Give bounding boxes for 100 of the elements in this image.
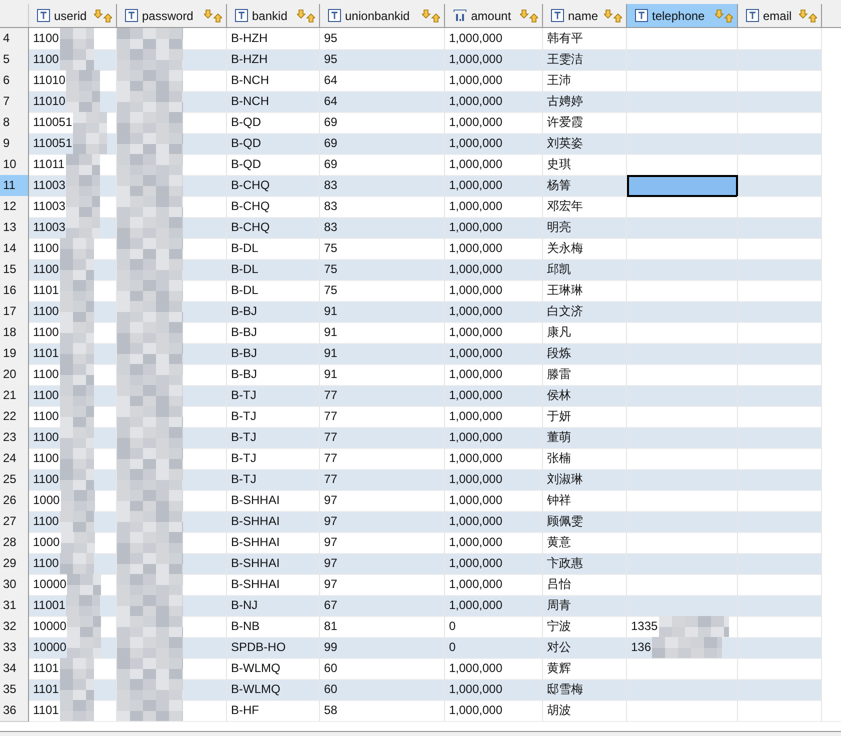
table-row[interactable]: 9 110051 B-QD 69 1,000,000 刘英姿 (0, 133, 841, 154)
table-row[interactable]: 36 1101 B-HF 58 1,000,000 胡波 (0, 700, 841, 721)
sort-arrows-icon[interactable] (799, 8, 817, 22)
row-number[interactable]: 4 (0, 28, 29, 50)
redaction-mosaic (117, 112, 183, 133)
row-number[interactable]: 23 (0, 427, 29, 449)
redaction-mosaic (117, 217, 183, 238)
table-row[interactable]: 21 1100 B-TJ 77 1,000,000 侯林 (0, 385, 841, 406)
sort-arrows-icon[interactable] (94, 8, 112, 22)
table-row[interactable]: 13 11003 B-CHQ 83 1,000,000 明亮 (0, 217, 841, 238)
table-row[interactable]: 25 1100 B-TJ 77 1,000,000 刘淑琳 (0, 469, 841, 490)
table-cell: 1,000,000 (449, 430, 502, 444)
table-row[interactable]: 26 1000 B-SHHAI 97 1,000,000 钟祥 (0, 490, 841, 511)
table-row[interactable]: 7 11010 B-NCH 64 1,000,000 古娉婷 (0, 91, 841, 112)
row-number[interactable]: 36 (0, 700, 29, 722)
row-number[interactable]: 28 (0, 532, 29, 554)
table-cell: 97 (324, 577, 338, 591)
table-row[interactable]: 12 11003 B-CHQ 83 1,000,000 邓宏年 (0, 196, 841, 217)
table-cell-text: 11003 (33, 177, 66, 194)
text-type-icon (328, 9, 341, 22)
sort-arrows-icon[interactable] (520, 8, 538, 22)
table-row[interactable]: 8 110051 B-QD 69 1,000,000 许爱霞 (0, 112, 841, 133)
table-row[interactable]: 27 1100 B-SHHAI 97 1,000,000 顾佩雯 (0, 511, 841, 532)
table-row[interactable]: 14 1100 B-DL 75 1,000,000 关永梅 (0, 238, 841, 259)
table-row[interactable]: 10 11011 B-QD 69 1,000,000 史琪 (0, 154, 841, 175)
table-cell: 康凡 (547, 325, 571, 339)
table-row[interactable]: 24 1100 B-TJ 77 1,000,000 张楠 (0, 448, 841, 469)
row-number[interactable]: 18 (0, 322, 29, 344)
table-row[interactable]: 35 1101 B-WLMQ 60 1,000,000 邸雪梅 (0, 679, 841, 700)
table-cell: 1,000,000 (449, 409, 502, 423)
row-number[interactable]: 19 (0, 343, 29, 365)
row-number[interactable]: 10 (0, 154, 29, 176)
sort-arrows-icon[interactable] (204, 8, 222, 22)
row-number[interactable]: 5 (0, 49, 29, 71)
table-row[interactable]: 18 1100 B-BJ 91 1,000,000 康凡 (0, 322, 841, 343)
table-row[interactable]: 32 10000 B-NB 81 0 宁波 1335 (0, 616, 841, 637)
row-number[interactable]: 24 (0, 448, 29, 470)
row-number[interactable]: 26 (0, 490, 29, 512)
table-row[interactable]: 23 1100 B-TJ 77 1,000,000 董萌 (0, 427, 841, 448)
row-number[interactable]: 33 (0, 637, 29, 659)
table-row[interactable]: 20 1100 B-BJ 91 1,000,000 滕雷 (0, 364, 841, 385)
row-number[interactable]: 16 (0, 280, 29, 302)
table-cell-text: 1100 (33, 303, 59, 320)
row-number[interactable]: 34 (0, 658, 29, 680)
table-cell: 1,000,000 (449, 556, 502, 570)
table-cell: B-WLMQ (231, 682, 280, 696)
table-row[interactable]: 15 1100 B-DL 75 1,000,000 邱凯 (0, 259, 841, 280)
row-number[interactable]: 27 (0, 511, 29, 533)
row-number[interactable]: 9 (0, 133, 29, 155)
row-number[interactable]: 14 (0, 238, 29, 260)
table-row[interactable]: 6 11010 B-NCH 64 1,000,000 王沛 (0, 70, 841, 91)
table-cell-text: 1100 (33, 513, 59, 530)
table-cell: B-TJ (231, 451, 256, 465)
sort-arrows-icon[interactable] (715, 8, 733, 22)
table-row[interactable]: 33 10000 SPDB-HO 99 0 对公 136 (0, 637, 841, 658)
table-cell-text: 1335 (631, 618, 658, 635)
table-cell-text: 11003 (33, 219, 66, 236)
table-row[interactable]: 17 1100 B-BJ 91 1,000,000 白文济 (0, 301, 841, 322)
table-row[interactable]: 31 11001 B-NJ 67 1,000,000 周青 (0, 595, 841, 616)
redaction-mosaic (117, 70, 183, 91)
row-number[interactable]: 17 (0, 301, 29, 323)
column-header[interactable]: telephone (627, 4, 738, 27)
selected-cell[interactable] (627, 175, 738, 197)
redaction-mosaic (117, 322, 183, 343)
table-cell: 0 (449, 640, 456, 654)
row-number[interactable]: 31 (0, 595, 29, 617)
sort-arrows-icon[interactable] (604, 8, 622, 22)
row-number[interactable]: 12 (0, 196, 29, 218)
redaction-mosaic (60, 406, 94, 427)
table-cell: B-TJ (231, 430, 256, 444)
row-number[interactable]: 25 (0, 469, 29, 491)
table-row[interactable]: 29 1100 B-SHHAI 97 1,000,000 卞政惠 (0, 553, 841, 574)
row-number[interactable]: 8 (0, 112, 29, 134)
row-number[interactable]: 13 (0, 217, 29, 239)
table-row[interactable]: 11 11003 B-CHQ 83 1,000,000 杨箐 (0, 175, 841, 196)
table-cell: 95 (324, 31, 338, 45)
table-cell: 69 (324, 157, 338, 171)
table-row[interactable]: 16 1101 B-DL 75 1,000,000 王琳琳 (0, 280, 841, 301)
row-number[interactable]: 29 (0, 553, 29, 575)
row-number[interactable]: 32 (0, 616, 29, 638)
row-number[interactable]: 15 (0, 259, 29, 281)
sort-arrows-icon[interactable] (422, 8, 440, 22)
row-number[interactable]: 6 (0, 70, 29, 92)
row-number[interactable]: 21 (0, 385, 29, 407)
row-number[interactable]: 30 (0, 574, 29, 596)
row-number[interactable]: 7 (0, 91, 29, 113)
table-cell: B-NCH (231, 73, 269, 87)
table-row[interactable]: 34 1101 B-WLMQ 60 1,000,000 黄辉 (0, 658, 841, 679)
row-number[interactable]: 11 (0, 175, 29, 197)
row-number[interactable]: 35 (0, 679, 29, 701)
sort-arrows-icon[interactable] (297, 8, 315, 22)
row-number[interactable]: 20 (0, 364, 29, 386)
table-row[interactable]: 5 1100 B-HZH 95 1,000,000 王雯洁 (0, 49, 841, 70)
table-row[interactable]: 19 1101 B-BJ 91 1,000,000 段炼 (0, 343, 841, 364)
table-cell: 1,000,000 (449, 220, 502, 234)
row-number[interactable]: 22 (0, 406, 29, 428)
table-row[interactable]: 28 1000 B-SHHAI 97 1,000,000 黄意 (0, 532, 841, 553)
table-row[interactable]: 30 10000 B-SHHAI 97 1,000,000 吕怡 (0, 574, 841, 595)
redaction-mosaic (60, 238, 94, 259)
table-row[interactable]: 22 1100 B-TJ 77 1,000,000 于妍 (0, 406, 841, 427)
